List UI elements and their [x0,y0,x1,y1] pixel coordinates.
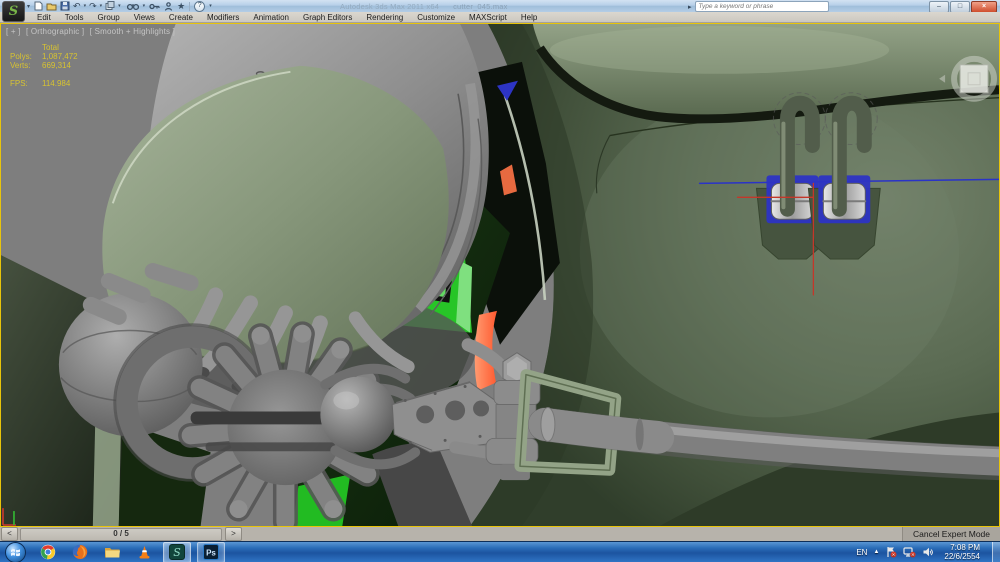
help-dropdown-icon[interactable]: ▾ [209,3,212,9]
windows-flag-icon [11,548,20,556]
menu-item-animation[interactable]: Animation [246,13,296,22]
new-scene-icon[interactable] [34,1,43,11]
polys-value: 1,087,472 [42,52,78,61]
taskbar-firefox[interactable] [67,543,93,562]
menu-item-graph-editors[interactable]: Graph Editors [296,13,359,22]
hidden-icons-button[interactable]: ▲ [873,549,879,555]
fps-label: FPS: [10,79,28,88]
time-slider[interactable]: 0 / 5 [20,527,222,541]
search-expand-icon[interactable]: ▸ [688,3,692,11]
taskbar: S Ps EN ▲ × × 7:08 PM 22/6/2554 [0,541,1000,562]
menu-item-help[interactable]: Help [514,13,544,22]
svg-text:S: S [173,546,181,559]
application-menu-button[interactable]: S [2,1,25,22]
menu-item-create[interactable]: Create [162,13,200,22]
fps-value: 114.984 [42,79,71,88]
menu-item-maxscript[interactable]: MAXScript [462,13,514,22]
desktop-screen: S ▾ ↶ ▾ ↷ ▾ ▾ Autodesk 3ds Max 2011 x64 c… [0,0,1000,562]
taskbar-chrome[interactable] [35,543,61,562]
svg-text:×: × [892,553,895,558]
cancel-expert-mode-button[interactable]: Cancel Expert Mode [901,527,1000,541]
menu-item-rendering[interactable]: Rendering [359,13,410,22]
photoshop-icon: Ps [203,544,219,560]
undo-dropdown-icon[interactable]: ▾ [84,3,87,9]
file-name: cutter_045.max [453,2,508,11]
taskbar-explorer[interactable] [99,543,125,562]
search-binoculars-icon[interactable] [126,2,139,11]
folder-icon [104,548,120,558]
viewport-plus-menu[interactable]: [ + ] [6,27,21,36]
menu-item-modifiers[interactable]: Modifiers [200,13,246,22]
manage-scene-icon[interactable] [105,1,115,11]
viewport-label: [ + ] [ Orthographic ] [ Smooth + Highli… [6,27,178,36]
menu-item-customize[interactable]: Customize [410,13,462,22]
3dsmax-icon: S [169,544,185,560]
chrome-icon [40,544,56,560]
viewport-canvas[interactable] [1,24,999,526]
manage-dropdown-icon[interactable]: ▾ [118,3,121,9]
menu-bar: Edit Tools Group Views Create Modifiers … [0,12,1000,23]
viewport-shading-menu[interactable]: [ Smooth + Highlights ] [90,27,175,36]
svg-text:Ps: Ps [206,549,216,558]
quick-access-toolbar: ↶ ▾ ↷ ▾ ▾ [34,1,121,12]
sign-in-key-icon[interactable] [149,2,160,11]
gear-ball [320,376,397,453]
previous-frame-button[interactable]: < [1,527,18,541]
infocenter-search-input[interactable] [694,1,829,12]
language-indicator[interactable]: EN [856,548,867,557]
menu-item-group[interactable]: Group [90,13,126,22]
next-frame-button[interactable]: > [225,527,242,541]
status-bar: < 0 / 5 > Cancel Expert Mode [0,527,1000,541]
clock-time: 7:08 PM [950,543,980,552]
menu-item-tools[interactable]: Tools [58,13,91,22]
firefox-icon [72,544,88,560]
open-file-icon[interactable] [46,1,57,11]
menu-item-views[interactable]: Views [127,13,162,22]
taskbar-vlc[interactable] [131,543,157,562]
help-icon[interactable]: ? [194,0,206,12]
stats-header: Total [42,43,59,52]
start-button[interactable] [5,541,26,562]
taskbar-clock[interactable]: 7:08 PM 22/6/2554 [944,543,980,561]
action-center-flag-icon[interactable]: × [885,546,897,558]
taskbar-photoshop[interactable]: Ps [197,541,225,562]
redo-icon[interactable]: ↷ [89,1,97,12]
search-dropdown-icon[interactable]: ▾ [143,3,146,9]
statistics-overlay: Total Polys: 1,087,472 Verts: 669,314 FP… [10,43,78,88]
window-title: Autodesk 3ds Max 2011 x64 cutter_045.max [340,2,508,11]
clock-date: 22/6/2554 [944,552,980,561]
network-status-icon[interactable]: × [903,546,917,558]
system-tray: EN ▲ × × 7:08 PM 22/6/2554 [856,541,1000,562]
svg-text:×: × [912,553,915,558]
redo-dropdown-icon[interactable]: ▾ [100,3,103,9]
taskbar-3dsmax[interactable]: S [163,541,191,562]
vlc-cone-icon [139,545,149,558]
show-desktop-button[interactable] [992,541,1000,562]
favorites-star-icon[interactable]: ★ [177,1,185,12]
menu-item-edit[interactable]: Edit [30,13,58,22]
viewport-pov-menu[interactable]: [ Orthographic ] [26,27,84,36]
perspective-viewport[interactable]: [ + ] [ Orthographic ] [ Smooth + Highli… [0,23,1000,527]
save-file-icon[interactable] [60,1,70,11]
volume-icon[interactable] [922,546,934,558]
communication-center-icon[interactable] [164,1,173,11]
verts-value: 669,314 [42,61,71,70]
titlebar-separator [189,1,191,11]
verts-label: Verts: [10,61,31,70]
undo-icon[interactable]: ↶ [73,1,81,12]
polys-label: Polys: [10,52,32,61]
application-menu-caret-icon[interactable]: ▾ [27,3,30,10]
